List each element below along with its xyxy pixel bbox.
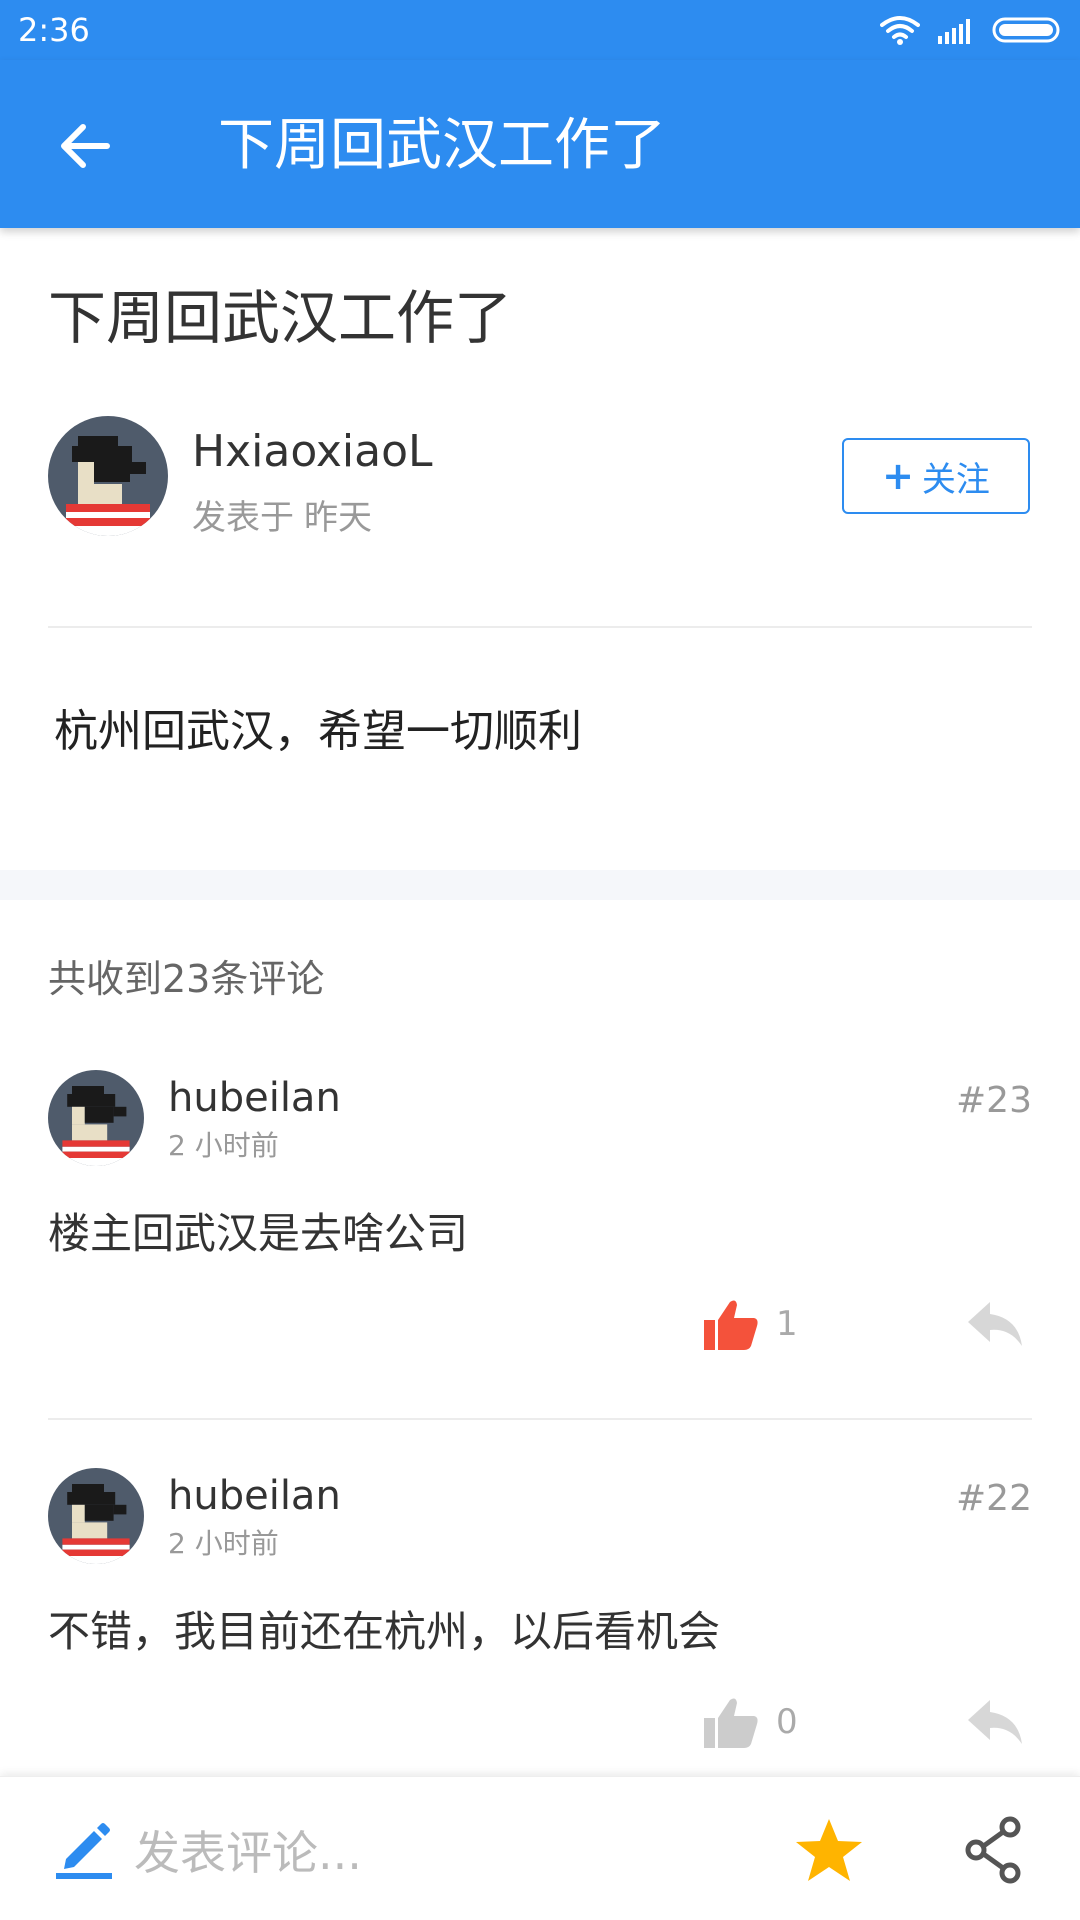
comment-count: 共收到23条评论 xyxy=(48,957,325,1001)
comment-compose-field[interactable]: 发表评论... xyxy=(56,1815,656,1885)
avatar-image xyxy=(48,1468,144,1564)
post-title: 下周回武汉工作了 xyxy=(48,284,513,352)
battery-icon xyxy=(992,17,1060,43)
bottom-action-bar: 发表评论... xyxy=(0,1776,1080,1920)
status-icons xyxy=(880,12,1064,48)
comment-username[interactable]: hubeilan xyxy=(168,1072,341,1124)
comment-floor: #22 xyxy=(956,1478,1032,1519)
comment-username[interactable]: hubeilan xyxy=(168,1470,341,1522)
author-avatar[interactable] xyxy=(48,416,168,536)
avatar-image xyxy=(48,416,168,536)
comment-text: 楼主回武汉是去啥公司 xyxy=(48,1209,469,1258)
avatar-image xyxy=(48,1070,144,1166)
star-icon[interactable] xyxy=(794,1815,864,1885)
thumbs-up-icon[interactable] xyxy=(702,1694,760,1752)
post-content: 杭州回武汉，希望一切顺利 xyxy=(54,706,582,757)
follow-label: 关注 xyxy=(921,459,990,500)
pencil-icon xyxy=(56,1823,112,1879)
status-bar: 2:36 xyxy=(0,0,1080,60)
comment-time: 2 小时前 xyxy=(168,1527,279,1560)
back-button[interactable] xyxy=(40,106,130,186)
like-count: 1 xyxy=(776,1304,798,1344)
like-count: 0 xyxy=(776,1702,798,1742)
reply-icon[interactable] xyxy=(966,1298,1024,1350)
app-bar: 下周回武汉工作了 xyxy=(0,60,1080,228)
reply-icon[interactable] xyxy=(966,1696,1024,1748)
divider xyxy=(48,626,1032,628)
posted-time: 昨天 xyxy=(304,498,372,538)
comment-time: 2 小时前 xyxy=(168,1129,279,1162)
comment-text: 不错，我目前还在杭州，以后看机会 xyxy=(48,1607,721,1656)
section-separator xyxy=(0,870,1080,900)
avatar[interactable] xyxy=(48,1070,144,1166)
thumbs-up-icon[interactable] xyxy=(702,1296,760,1354)
divider xyxy=(48,1418,1032,1420)
avatar[interactable] xyxy=(48,1468,144,1564)
compose-placeholder: 发表评论... xyxy=(134,1826,362,1880)
arrow-left-icon xyxy=(61,124,110,168)
wifi-icon xyxy=(880,16,920,45)
follow-button[interactable]: + 关注 xyxy=(842,438,1030,514)
status-time: 2:36 xyxy=(18,11,90,49)
signal-icon xyxy=(938,19,970,44)
post-meta: 发表于 昨天 xyxy=(192,496,372,540)
author-name[interactable]: HxiaoxiaoL xyxy=(192,424,433,480)
posted-prefix: 发表于 xyxy=(192,498,294,538)
share-icon[interactable] xyxy=(964,1815,1024,1885)
comment-floor: #23 xyxy=(956,1080,1032,1121)
app-bar-title: 下周回武汉工作了 xyxy=(218,113,666,178)
follow-plus: + xyxy=(882,454,914,498)
